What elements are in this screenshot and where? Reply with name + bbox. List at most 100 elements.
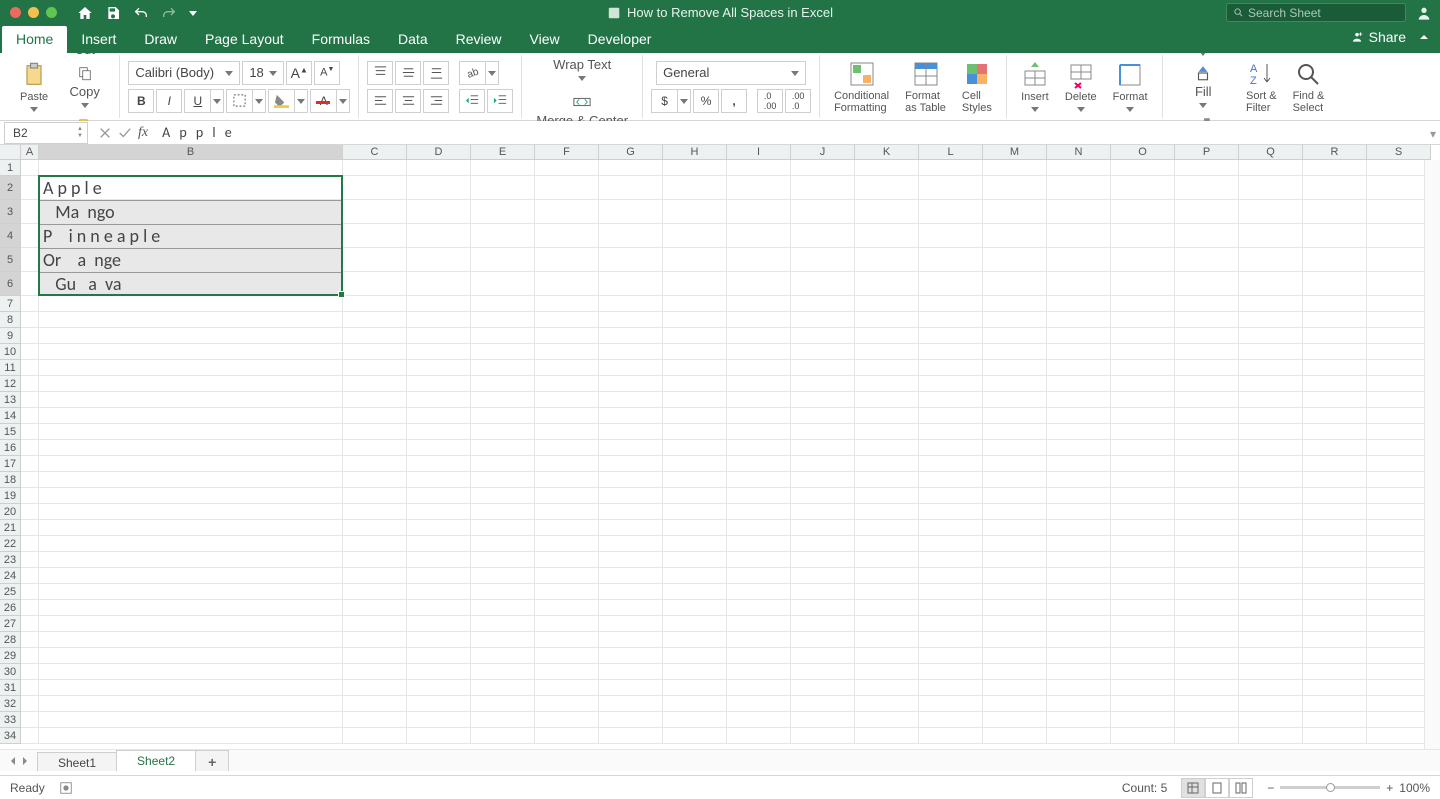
orientation-dropdown[interactable] <box>485 61 499 85</box>
cell[interactable] <box>727 488 791 504</box>
sheet-tab[interactable]: Sheet2 <box>116 750 196 772</box>
normal-view-button[interactable] <box>1181 778 1205 798</box>
row-header[interactable]: 1 <box>0 160 21 176</box>
cell[interactable] <box>919 552 983 568</box>
cell[interactable] <box>855 696 919 712</box>
cell[interactable] <box>1175 552 1239 568</box>
cell[interactable] <box>1047 408 1111 424</box>
add-sheet-button[interactable]: + <box>195 750 229 772</box>
row-header[interactable]: 8 <box>0 312 21 328</box>
cell[interactable] <box>791 176 855 200</box>
cell[interactable] <box>1047 488 1111 504</box>
cell[interactable] <box>407 328 471 344</box>
row-header[interactable]: 22 <box>0 536 21 552</box>
cell[interactable] <box>791 160 855 176</box>
cell[interactable] <box>39 584 343 600</box>
cell[interactable] <box>1303 176 1367 200</box>
cell[interactable] <box>1303 312 1367 328</box>
cell[interactable] <box>663 568 727 584</box>
cell[interactable] <box>1367 424 1431 440</box>
undo-icon[interactable] <box>133 5 149 21</box>
cell[interactable] <box>791 424 855 440</box>
cell[interactable] <box>855 224 919 248</box>
cell[interactable] <box>983 312 1047 328</box>
cell[interactable] <box>791 224 855 248</box>
cell[interactable] <box>1239 600 1303 616</box>
cell-styles-button[interactable]: Cell Styles <box>956 57 998 117</box>
cell[interactable] <box>727 568 791 584</box>
cell[interactable] <box>599 568 663 584</box>
cell[interactable] <box>983 408 1047 424</box>
cell[interactable] <box>791 312 855 328</box>
cell[interactable] <box>727 728 791 744</box>
cell[interactable] <box>919 472 983 488</box>
cell[interactable] <box>1047 568 1111 584</box>
cell[interactable] <box>919 584 983 600</box>
cell[interactable] <box>535 584 599 600</box>
find-select-button[interactable]: Find & Select <box>1287 57 1331 117</box>
cell[interactable] <box>21 328 39 344</box>
cell[interactable] <box>343 344 407 360</box>
cell[interactable] <box>1303 408 1367 424</box>
increase-decimal-button[interactable]: .0.00 <box>757 89 783 113</box>
row-header[interactable]: 3 <box>0 200 21 224</box>
cell[interactable] <box>791 248 855 272</box>
cell[interactable] <box>663 456 727 472</box>
cell[interactable] <box>471 584 535 600</box>
cell[interactable] <box>1239 616 1303 632</box>
cell[interactable] <box>791 200 855 224</box>
cell[interactable] <box>1175 696 1239 712</box>
cell[interactable] <box>1175 472 1239 488</box>
column-header[interactable]: C <box>343 145 407 160</box>
cell[interactable] <box>1047 248 1111 272</box>
cell[interactable] <box>855 536 919 552</box>
cell[interactable] <box>855 424 919 440</box>
cell[interactable] <box>791 584 855 600</box>
ribbon-tab-formulas[interactable]: Formulas <box>298 26 384 53</box>
cell[interactable] <box>727 272 791 296</box>
cell[interactable] <box>1175 536 1239 552</box>
cell[interactable] <box>535 712 599 728</box>
ribbon-tab-draw[interactable]: Draw <box>130 26 191 53</box>
cell[interactable] <box>599 552 663 568</box>
cell[interactable] <box>983 616 1047 632</box>
format-cells-button[interactable]: Format <box>1107 58 1154 116</box>
cell[interactable] <box>1111 424 1175 440</box>
cell[interactable] <box>1239 648 1303 664</box>
cell[interactable] <box>663 408 727 424</box>
cell[interactable] <box>407 648 471 664</box>
cell[interactable] <box>599 728 663 744</box>
cell[interactable] <box>21 176 39 200</box>
cell[interactable] <box>663 472 727 488</box>
cell[interactable] <box>919 728 983 744</box>
cell[interactable] <box>919 616 983 632</box>
ribbon-tab-view[interactable]: View <box>516 26 574 53</box>
cell[interactable] <box>663 648 727 664</box>
cell[interactable] <box>855 296 919 312</box>
cell[interactable] <box>471 408 535 424</box>
cell[interactable] <box>1367 616 1431 632</box>
cell[interactable] <box>1047 224 1111 248</box>
cell[interactable] <box>791 520 855 536</box>
cell[interactable] <box>727 600 791 616</box>
cell[interactable] <box>21 296 39 312</box>
cell[interactable] <box>343 712 407 728</box>
fill-button[interactable]: Fill <box>1171 61 1236 112</box>
ribbon-tab-review[interactable]: Review <box>442 26 516 53</box>
cell[interactable] <box>599 176 663 200</box>
cell[interactable] <box>1239 728 1303 744</box>
cell[interactable] <box>471 440 535 456</box>
row-header[interactable]: 15 <box>0 424 21 440</box>
cell[interactable] <box>919 376 983 392</box>
cell[interactable] <box>343 488 407 504</box>
cell[interactable] <box>343 664 407 680</box>
cell[interactable] <box>1111 224 1175 248</box>
cell[interactable] <box>1047 632 1111 648</box>
cell[interactable] <box>1303 472 1367 488</box>
cell[interactable] <box>1111 272 1175 296</box>
cell[interactable] <box>343 328 407 344</box>
cell[interactable] <box>1303 424 1367 440</box>
cell[interactable] <box>1111 648 1175 664</box>
column-header[interactable]: I <box>727 145 791 160</box>
cell[interactable] <box>599 456 663 472</box>
